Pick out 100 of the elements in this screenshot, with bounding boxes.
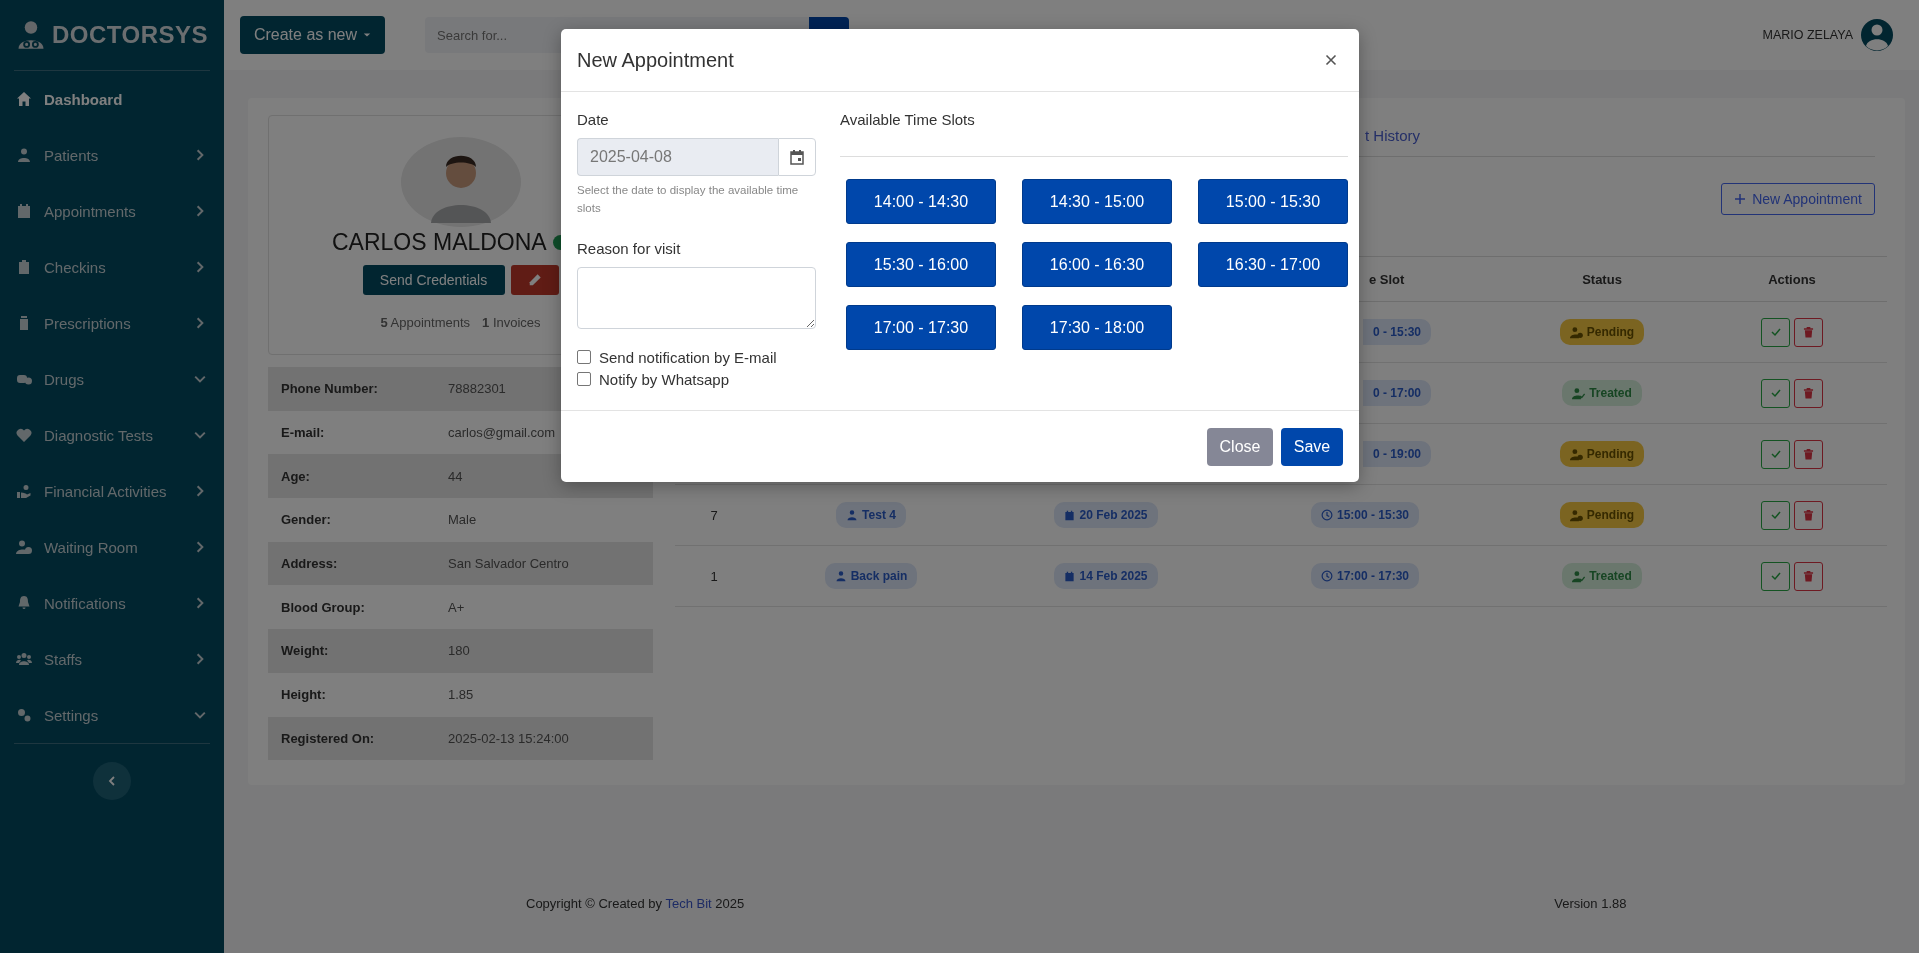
detail-value: A+ (448, 599, 465, 615)
detail-value: carlos@gmail.com (448, 425, 556, 441)
check-icon (1769, 509, 1782, 521)
send-credentials-button[interactable]: Send Credentials (362, 265, 505, 295)
trash-icon (1803, 570, 1814, 582)
user-icon (16, 147, 32, 163)
sidebar-item[interactable]: Drugs (0, 351, 224, 407)
reason-tag: Test 4 (836, 502, 906, 528)
delete-button[interactable] (1794, 500, 1823, 530)
user-avatar-icon[interactable] (1861, 19, 1893, 51)
new-appointment-button[interactable]: New Appointment (1721, 183, 1875, 215)
chevron-right-icon (194, 261, 206, 273)
delete-button[interactable] (1794, 378, 1823, 408)
sidebar-item[interactable]: Staffs (0, 631, 224, 687)
detail-label: Age: (280, 468, 311, 484)
delete-button[interactable] (1794, 439, 1823, 469)
sidebar-item[interactable]: Dashboard (0, 71, 224, 127)
check-icon (1769, 326, 1782, 338)
plus-icon (1734, 193, 1747, 205)
time-slot-button[interactable]: 16:30 - 17:00 (1198, 242, 1348, 287)
clipboard-icon (16, 259, 32, 275)
detail-label: Height: (280, 687, 327, 703)
modal-title: New Appointment (577, 48, 734, 72)
sidebar-item[interactable]: Patients (0, 127, 224, 183)
user-check-icon (1572, 386, 1586, 400)
trash-icon (1803, 509, 1814, 521)
chevron-down-icon (194, 429, 206, 441)
detail-value: San Salvador Centro (448, 556, 569, 572)
version-text: Version 1.88 (1554, 895, 1627, 911)
bell-icon (16, 595, 32, 611)
sidebar-item[interactable]: Checkins (0, 239, 224, 295)
sidebar-item[interactable]: Notifications (0, 575, 224, 631)
reason-field[interactable] (577, 267, 816, 329)
close-icon (1325, 54, 1337, 66)
column-header: e Slot (1369, 271, 1405, 287)
check-icon (1769, 448, 1782, 460)
delete-button[interactable] (1794, 561, 1823, 591)
check-button[interactable] (1761, 317, 1790, 347)
time-tag: 15:00 - 15:30 (1310, 502, 1419, 528)
gears-icon (16, 707, 32, 723)
detail-label: Gender: (280, 512, 332, 528)
user-name: MARIO ZELAYA (1762, 28, 1853, 42)
time-slot-button[interactable]: 14:30 - 15:00 (1022, 179, 1172, 224)
chevron-left-icon (107, 776, 117, 786)
date-label: Date (577, 110, 610, 130)
edit-button[interactable] (510, 265, 559, 295)
checkbox[interactable] (577, 372, 591, 386)
trash-icon (1803, 326, 1814, 338)
time-slot-button[interactable]: 17:00 - 17:30 (846, 305, 996, 350)
sidebar-item[interactable]: Prescriptions (0, 295, 224, 351)
user-clock-icon (1569, 447, 1583, 461)
status-badge: Treated (1562, 380, 1642, 406)
check-button[interactable] (1761, 439, 1790, 469)
chevron-right-icon (194, 149, 206, 161)
check-button[interactable] (1761, 500, 1790, 530)
save-button[interactable]: Save (1281, 427, 1343, 466)
sidebar-item[interactable]: Diagnostic Tests (0, 407, 224, 463)
create-button[interactable]: Create as new (240, 16, 385, 54)
clock-icon (1320, 570, 1333, 582)
chevron-right-icon (194, 653, 206, 665)
detail-value: 44 (448, 468, 463, 484)
patient-name: CARLOS MALDONA (332, 228, 547, 256)
calendar-icon (1064, 509, 1076, 521)
user-icon (846, 509, 859, 521)
time-slot-button[interactable]: 16:00 - 16:30 (1022, 242, 1172, 287)
link[interactable]: Tech Bit (665, 895, 712, 911)
time-slot-button[interactable]: 15:30 - 16:00 (846, 242, 996, 287)
detail-label: Address: (280, 556, 339, 572)
time-tag: 0 - 19:00 (1363, 441, 1432, 467)
user-clock-icon (16, 539, 32, 555)
history-tab[interactable]: t History (1365, 127, 1420, 144)
status-badge: Pending (1559, 319, 1645, 345)
brand-name: DOCTORSYS (51, 21, 209, 49)
status-badge: Pending (1559, 502, 1645, 528)
checkbox-label: Notify by Whatsapp (599, 370, 730, 388)
time-slot-button[interactable]: 15:00 - 15:30 (1198, 179, 1348, 224)
sidebar-item[interactable]: Financial Activities (0, 463, 224, 519)
caret-icon (363, 31, 372, 39)
reason-label: Reason for visit (577, 239, 682, 259)
sidebar-item[interactable]: Settings (0, 687, 224, 743)
slots-title: Available Time Slots (840, 111, 975, 128)
detail-value: 2025-02-13 15:24:00 (448, 730, 569, 746)
sidebar-item[interactable]: Waiting Room (0, 519, 224, 575)
time-slot-button[interactable]: 17:30 - 18:00 (1022, 305, 1172, 350)
time-slot-button[interactable]: 14:00 - 14:30 (846, 179, 996, 224)
clock-icon (1320, 509, 1333, 521)
close-button[interactable]: Close (1207, 427, 1273, 466)
calendar-button[interactable] (778, 138, 816, 176)
status-badge: Treated (1562, 563, 1642, 589)
check-button[interactable] (1761, 378, 1790, 408)
sidebar-item[interactable]: Appointments (0, 183, 224, 239)
chevron-right-icon (194, 205, 206, 217)
column-header: Actions (1768, 271, 1816, 287)
delete-button[interactable] (1794, 317, 1823, 347)
check-button[interactable] (1761, 561, 1790, 591)
checkbox[interactable] (577, 350, 591, 364)
date-field[interactable]: 2025-04-08 (577, 138, 778, 176)
detail-value: 1.85 (448, 687, 474, 703)
calendar-icon (1064, 570, 1076, 582)
checkbox-label: Send notification by E-mail (599, 348, 777, 366)
